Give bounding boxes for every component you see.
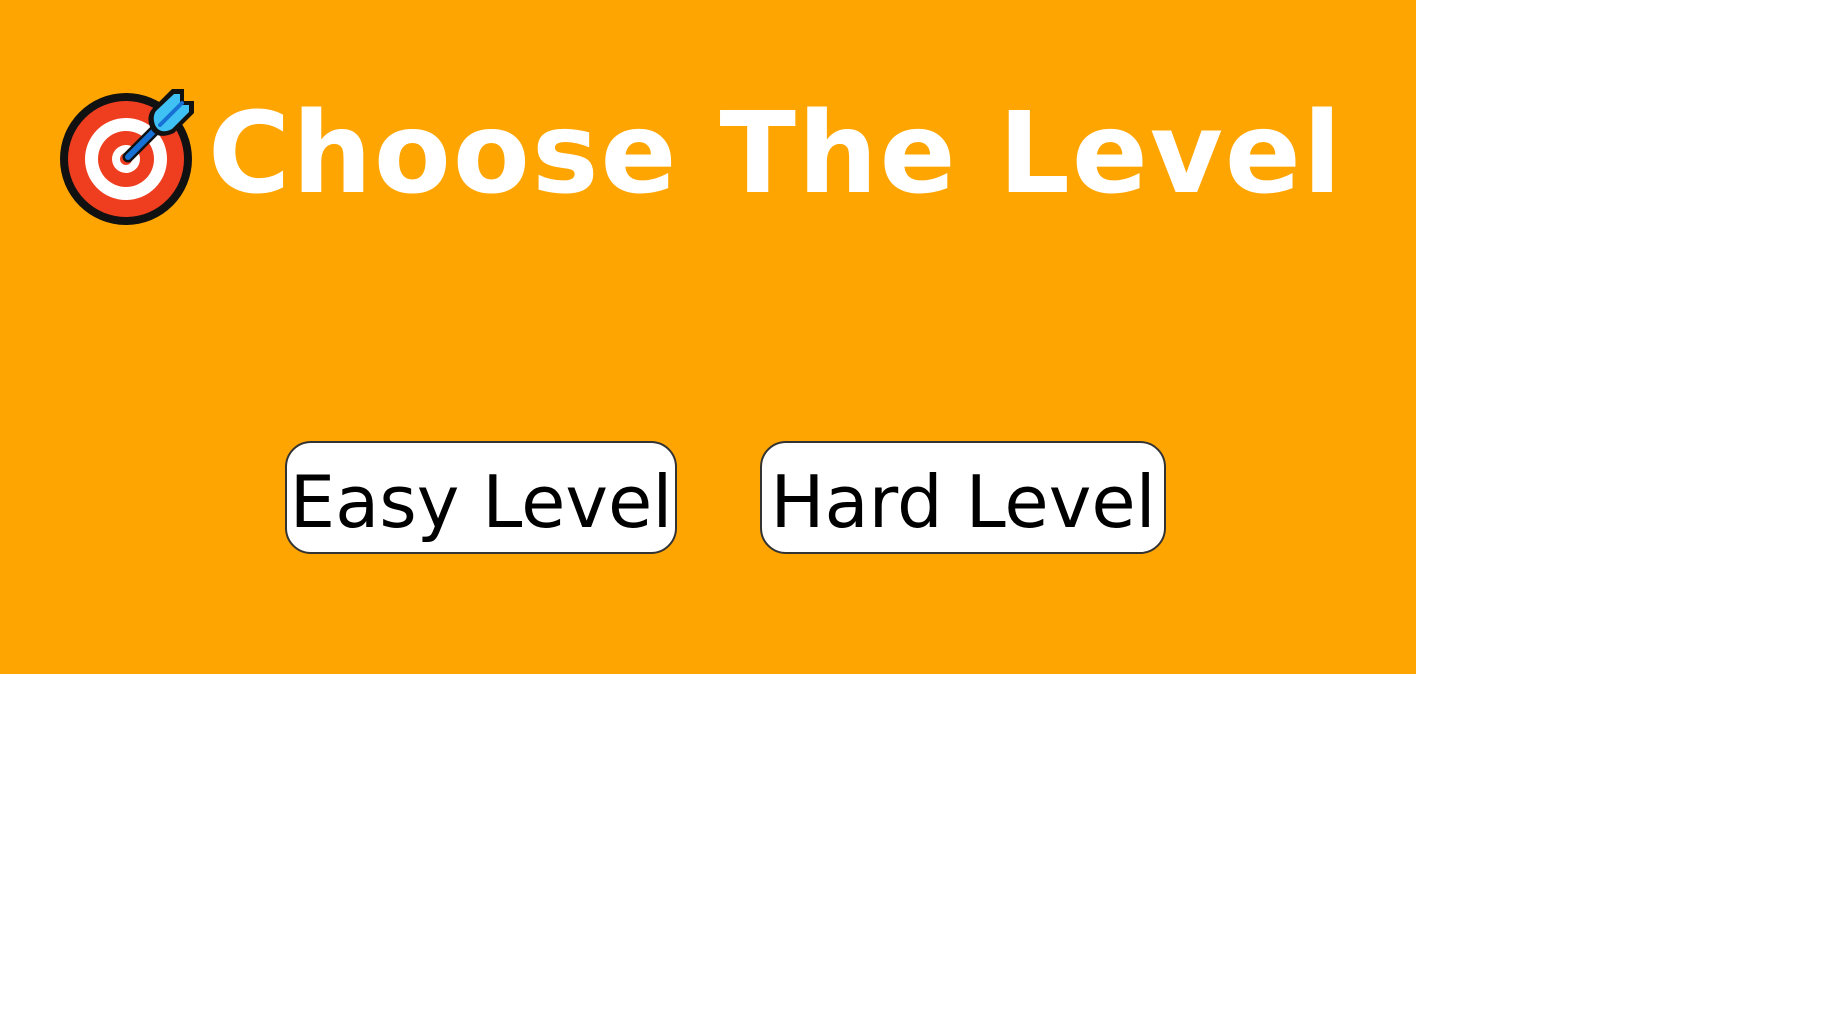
- hard-level-button-label: Hard Level: [770, 459, 1156, 544]
- level-select-panel: Choose The Level Easy Level Hard Level: [0, 0, 1416, 674]
- direct-hit-target-icon: [56, 85, 198, 227]
- easy-level-button-label: Easy Level: [289, 459, 673, 544]
- easy-level-button[interactable]: Easy Level: [285, 441, 677, 554]
- hard-level-button[interactable]: Hard Level: [760, 441, 1166, 554]
- header: Choose The Level: [56, 84, 1343, 228]
- page-title: Choose The Level: [208, 89, 1344, 219]
